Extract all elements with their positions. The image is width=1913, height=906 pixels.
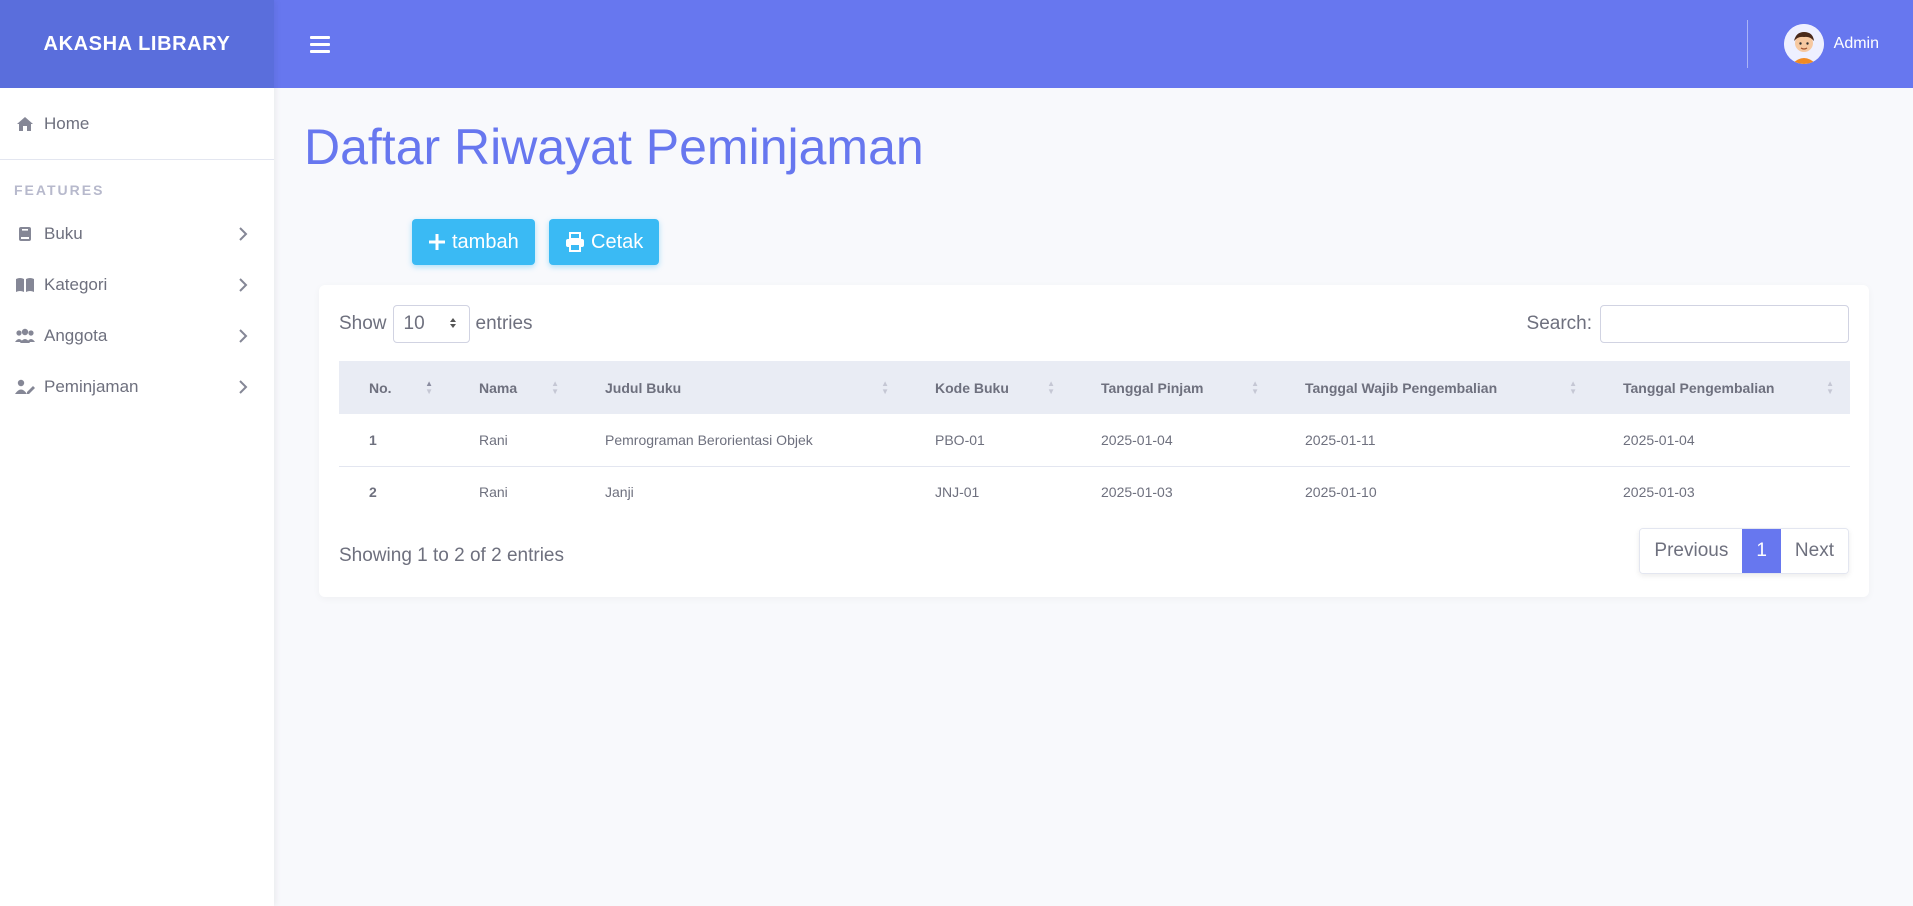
cell-tanggal-pengembalian: 2025-01-04 xyxy=(1593,414,1850,467)
next-button[interactable]: Next xyxy=(1780,529,1848,573)
table-row: 2 Rani Janji JNJ-01 2025-01-03 2025-01-1… xyxy=(339,466,1850,518)
chevron-right-icon xyxy=(236,277,250,292)
cell-tanggal-pinjam: 2025-01-04 xyxy=(1071,414,1275,467)
cell-kode-buku: PBO-01 xyxy=(905,414,1071,467)
book-icon xyxy=(14,225,36,243)
entries-select[interactable]: 10 xyxy=(392,305,470,343)
column-header-kode-buku[interactable]: Kode Buku ▲ ▼ xyxy=(905,361,1071,414)
previous-button[interactable]: Previous xyxy=(1640,529,1743,573)
topbar: Admin xyxy=(274,0,1913,88)
cell-judul-buku: Pemrograman Berorientasi Objek xyxy=(575,414,905,467)
user-menu[interactable]: Admin xyxy=(1783,24,1879,64)
sidebar-item-home[interactable]: Home xyxy=(0,88,274,160)
sidebar-item-anggota[interactable]: Anggota xyxy=(0,310,274,361)
print-button[interactable]: Cetak xyxy=(549,219,660,265)
home-icon xyxy=(14,115,36,133)
topbar-divider xyxy=(1746,20,1748,68)
column-header-tanggal-pengembalian[interactable]: Tanggal Pengembalian ▲ ▼ xyxy=(1593,361,1850,414)
users-icon xyxy=(14,327,36,345)
sort-icon: ▲ ▼ xyxy=(881,378,889,396)
search-label: Search: xyxy=(1526,313,1592,334)
sidebar-item-label: Home xyxy=(44,113,90,133)
chevron-right-icon xyxy=(236,328,250,343)
main-content: Daftar Riwayat Peminjaman tambah Cetak S… xyxy=(274,88,1913,906)
entries-control: Show 10 entries xyxy=(339,305,533,343)
cell-kode-buku: JNJ-01 xyxy=(935,484,980,501)
add-button[interactable]: tambah xyxy=(412,219,535,265)
topbar-right: Admin xyxy=(1746,0,1913,88)
sidebar-item-label: Peminjaman xyxy=(44,376,139,396)
cell-tanggal-pinjam: 2025-01-03 xyxy=(1101,484,1173,501)
table-info: Showing 1 to 2 of 2 entries xyxy=(339,545,564,566)
brand-title[interactable]: AKASHA LIBRARY xyxy=(44,33,231,56)
user-name[interactable]: Admin xyxy=(1834,35,1879,53)
sort-icon: ▲ ▼ xyxy=(425,378,433,396)
column-header-no[interactable]: No. ▲ ▼ xyxy=(339,361,449,414)
print-icon xyxy=(565,232,585,252)
entries-label: entries xyxy=(475,313,533,334)
table-header-row: No. ▲ ▼ Nama ▲ ▼ Judul Buku ▲ ▼ Kode Buku ▲ ▼ Ta… xyxy=(339,361,1850,414)
search-control: Search: xyxy=(1527,305,1849,343)
cell-no: 2 xyxy=(369,484,377,501)
column-header-tanggal-wajib-pengembalian[interactable]: Tanggal Wajib Pengembalian ▲ ▼ xyxy=(1275,361,1593,414)
brand[interactable]: AKASHA LIBRARY xyxy=(0,0,274,88)
cell-judul-buku: Janji xyxy=(605,484,634,501)
table-row: 1 Rani Pemrograman Berorientasi Objek PB… xyxy=(339,414,1850,467)
avatar[interactable] xyxy=(1783,24,1824,64)
cell-nama: Rani xyxy=(479,484,508,501)
page-title: Daftar Riwayat Peminjaman xyxy=(304,119,924,175)
user-edit-icon xyxy=(14,378,36,396)
sidebar-item-label: Buku xyxy=(44,223,83,243)
chevron-right-icon xyxy=(236,226,250,241)
menu-toggle-icon[interactable] xyxy=(310,34,330,54)
entries-select-value: 10 xyxy=(403,313,425,334)
cell-tanggal-wajib: 2025-01-11 xyxy=(1275,414,1593,467)
pagination: Previous 1 Next xyxy=(1639,528,1849,574)
column-header-tanggal-pinjam[interactable]: Tanggal Pinjam ▲ ▼ xyxy=(1071,361,1275,414)
cell-no: 1 xyxy=(339,414,449,467)
sort-icon: ▲ ▼ xyxy=(1826,378,1834,396)
page-button-current[interactable]: 1 xyxy=(1742,529,1781,573)
sidebar-item-label: Anggota xyxy=(44,325,108,345)
show-label: Show xyxy=(339,313,387,334)
sort-icon: ▲ ▼ xyxy=(1251,378,1259,396)
sort-updown-icon xyxy=(449,313,457,335)
table-card: Show 10 entries Search: No. ▲ ▼ Nama ▲ ▼ Jud… xyxy=(319,285,1869,597)
sidebar-item-label: Kategori xyxy=(44,274,108,294)
sidebar-item-peminjaman[interactable]: Peminjaman xyxy=(0,361,274,412)
cell-tanggal-pengembalian: 2025-01-03 xyxy=(1623,484,1695,501)
sort-icon: ▲ ▼ xyxy=(551,378,559,396)
sort-icon: ▲ ▼ xyxy=(1047,378,1055,396)
chevron-right-icon xyxy=(236,379,250,394)
print-button-label: Cetak xyxy=(591,230,644,253)
cell-tanggal-wajib: 2025-01-10 xyxy=(1305,484,1377,501)
search-input[interactable] xyxy=(1600,305,1849,343)
sidebar-section-heading: FEATURES xyxy=(14,182,105,198)
sidebar-item-kategori[interactable]: Kategori xyxy=(0,259,274,310)
sidebar: AKASHA LIBRARY Home FEATURES Buku Katego… xyxy=(0,0,274,906)
sort-icon: ▲ ▼ xyxy=(1569,378,1577,396)
plus-icon xyxy=(428,233,446,251)
cell-nama: Rani xyxy=(449,414,575,467)
column-header-nama[interactable]: Nama ▲ ▼ xyxy=(449,361,575,414)
sidebar-item-buku[interactable]: Buku xyxy=(0,208,274,259)
column-header-judul-buku[interactable]: Judul Buku ▲ ▼ xyxy=(575,361,905,414)
history-table: No. ▲ ▼ Nama ▲ ▼ Judul Buku ▲ ▼ Kode Buku ▲ ▼ Ta… xyxy=(339,361,1850,518)
add-button-label: tambah xyxy=(452,230,519,253)
book-open-icon xyxy=(14,276,36,294)
